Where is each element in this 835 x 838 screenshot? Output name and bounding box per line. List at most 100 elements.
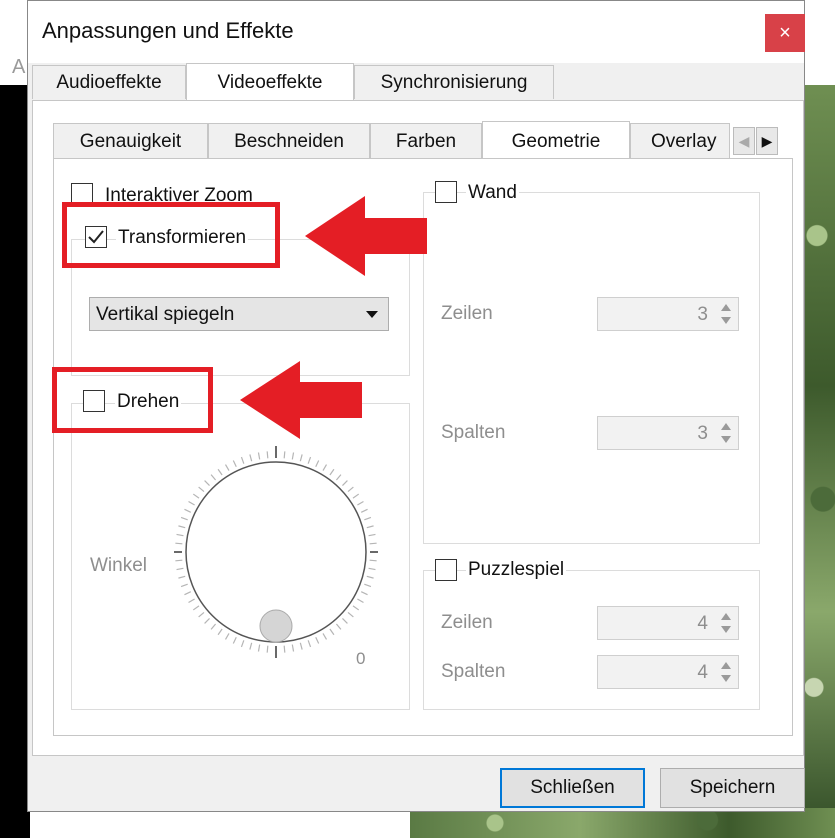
dial-tick <box>204 480 210 486</box>
dial-tick <box>217 468 223 476</box>
dial-tick <box>204 618 210 624</box>
dial-tick <box>369 559 377 562</box>
dial-tick <box>329 628 335 636</box>
dial-tick <box>266 645 269 653</box>
dial-tick <box>175 542 183 545</box>
dial-tick <box>315 636 320 644</box>
wall-checkbox[interactable] <box>435 181 457 203</box>
puzzle-cols-spinbox[interactable]: 4 <box>597 655 739 689</box>
arrow-up-icon <box>721 304 731 311</box>
dial-tick <box>257 452 261 460</box>
dial-tick <box>342 618 348 624</box>
arrow-down-icon <box>721 436 731 443</box>
arrow-down-icon <box>721 675 731 682</box>
transform-type-value: Vertikal spiegeln <box>96 304 235 325</box>
close-icon: × <box>779 22 791 44</box>
highlight-box-transform <box>62 202 280 268</box>
tab-geometrie[interactable]: Geometrie <box>482 121 630 161</box>
puzzle-rows-spinbox[interactable]: 4 <box>597 606 739 640</box>
angle-label: Winkel <box>88 555 150 577</box>
dial-tick <box>307 456 312 464</box>
dial-tick <box>347 486 354 493</box>
dial-tick <box>232 460 237 468</box>
tab-overlay[interactable]: Overlay <box>630 123 730 159</box>
dial-tick <box>240 456 245 464</box>
dial-tick <box>224 633 230 640</box>
tab-farben[interactable]: Farben <box>370 123 482 159</box>
puzzle-cols-value: 4 <box>697 662 708 683</box>
dial-tick <box>368 567 376 571</box>
close-button[interactable]: Schließen <box>500 768 645 808</box>
spin-buttons[interactable] <box>716 609 736 637</box>
dial-tick <box>364 516 372 521</box>
wall-group <box>423 192 760 544</box>
dial-tick <box>360 591 368 596</box>
dial-tick <box>180 516 188 521</box>
dial-tick <box>240 640 245 648</box>
tab-audioeffekte[interactable]: Audioeffekte <box>32 65 186 99</box>
dial-tick <box>192 605 200 611</box>
chevron-down-icon <box>366 311 378 318</box>
dial-knob[interactable] <box>259 609 293 643</box>
arrow-left-icon: ◀ <box>738 133 750 149</box>
dial-tick <box>257 644 261 652</box>
dial-tick <box>352 493 360 499</box>
dial-tick <box>335 623 342 630</box>
tab-videoeffekte[interactable]: Videoeffekte <box>186 63 354 101</box>
background-photo <box>805 85 835 838</box>
dial-tick <box>352 605 360 611</box>
dial-tick <box>175 559 183 562</box>
dial-tick <box>188 598 195 604</box>
dial-tick <box>360 508 368 513</box>
wall-label: Wand <box>466 182 519 204</box>
dial-tick <box>198 486 205 493</box>
background-video-area <box>0 85 30 838</box>
dial-tick <box>184 591 192 596</box>
dial-tick <box>366 575 374 579</box>
close-window-button[interactable]: × <box>765 14 805 52</box>
wall-rows-spinbox[interactable]: 3 <box>597 297 739 331</box>
spin-buttons[interactable] <box>716 658 736 686</box>
dial-tick <box>176 567 184 571</box>
highlight-box-rotate <box>52 367 213 433</box>
dial-tick <box>180 583 188 588</box>
dial-tick <box>283 645 286 653</box>
background-window-letter: A <box>12 56 26 78</box>
background-photo-strip <box>410 808 835 838</box>
wall-rows-value: 3 <box>697 304 708 325</box>
rotation-dial[interactable] <box>174 442 378 662</box>
puzzle-group <box>423 570 760 710</box>
spin-buttons[interactable] <box>716 419 736 447</box>
arrow-left-icon <box>305 196 427 276</box>
spin-buttons[interactable] <box>716 300 736 328</box>
dial-tick <box>368 533 376 537</box>
tab-beschneiden[interactable]: Beschneiden <box>208 123 370 159</box>
tab-genauigkeit[interactable]: Genauigkeit <box>53 123 208 159</box>
transform-type-select[interactable]: Vertikal spiegeln <box>89 297 389 331</box>
tab-scroll-right-button[interactable]: ▶ <box>756 127 778 155</box>
dial-tick <box>342 480 348 486</box>
dial-tick <box>364 583 372 588</box>
dial-tick <box>210 474 217 481</box>
arrow-up-icon <box>721 613 731 620</box>
dial-tick <box>322 464 328 471</box>
dial-tick <box>291 644 295 652</box>
tab-scroll-left-button[interactable]: ◀ <box>733 127 755 155</box>
window-title: Anpassungen und Effekte <box>42 18 294 43</box>
dial-tick <box>249 642 253 650</box>
dial-tick <box>176 533 184 537</box>
wall-rows-label: Zeilen <box>439 303 495 325</box>
save-button[interactable]: Speichern <box>660 768 805 808</box>
dial-tick <box>192 493 200 499</box>
tab-synchronisierung[interactable]: Synchronisierung <box>354 65 554 99</box>
puzzle-checkbox[interactable] <box>435 559 457 581</box>
dial-tick <box>357 598 364 604</box>
arrow-down-icon <box>721 626 731 633</box>
arrow-up-icon <box>721 423 731 430</box>
dial-tick <box>249 454 253 462</box>
dial-tick <box>307 640 312 648</box>
dial-tick <box>198 611 205 618</box>
wall-cols-spinbox[interactable]: 3 <box>597 416 739 450</box>
dial-tick <box>188 500 195 506</box>
dial-tick <box>357 500 364 506</box>
